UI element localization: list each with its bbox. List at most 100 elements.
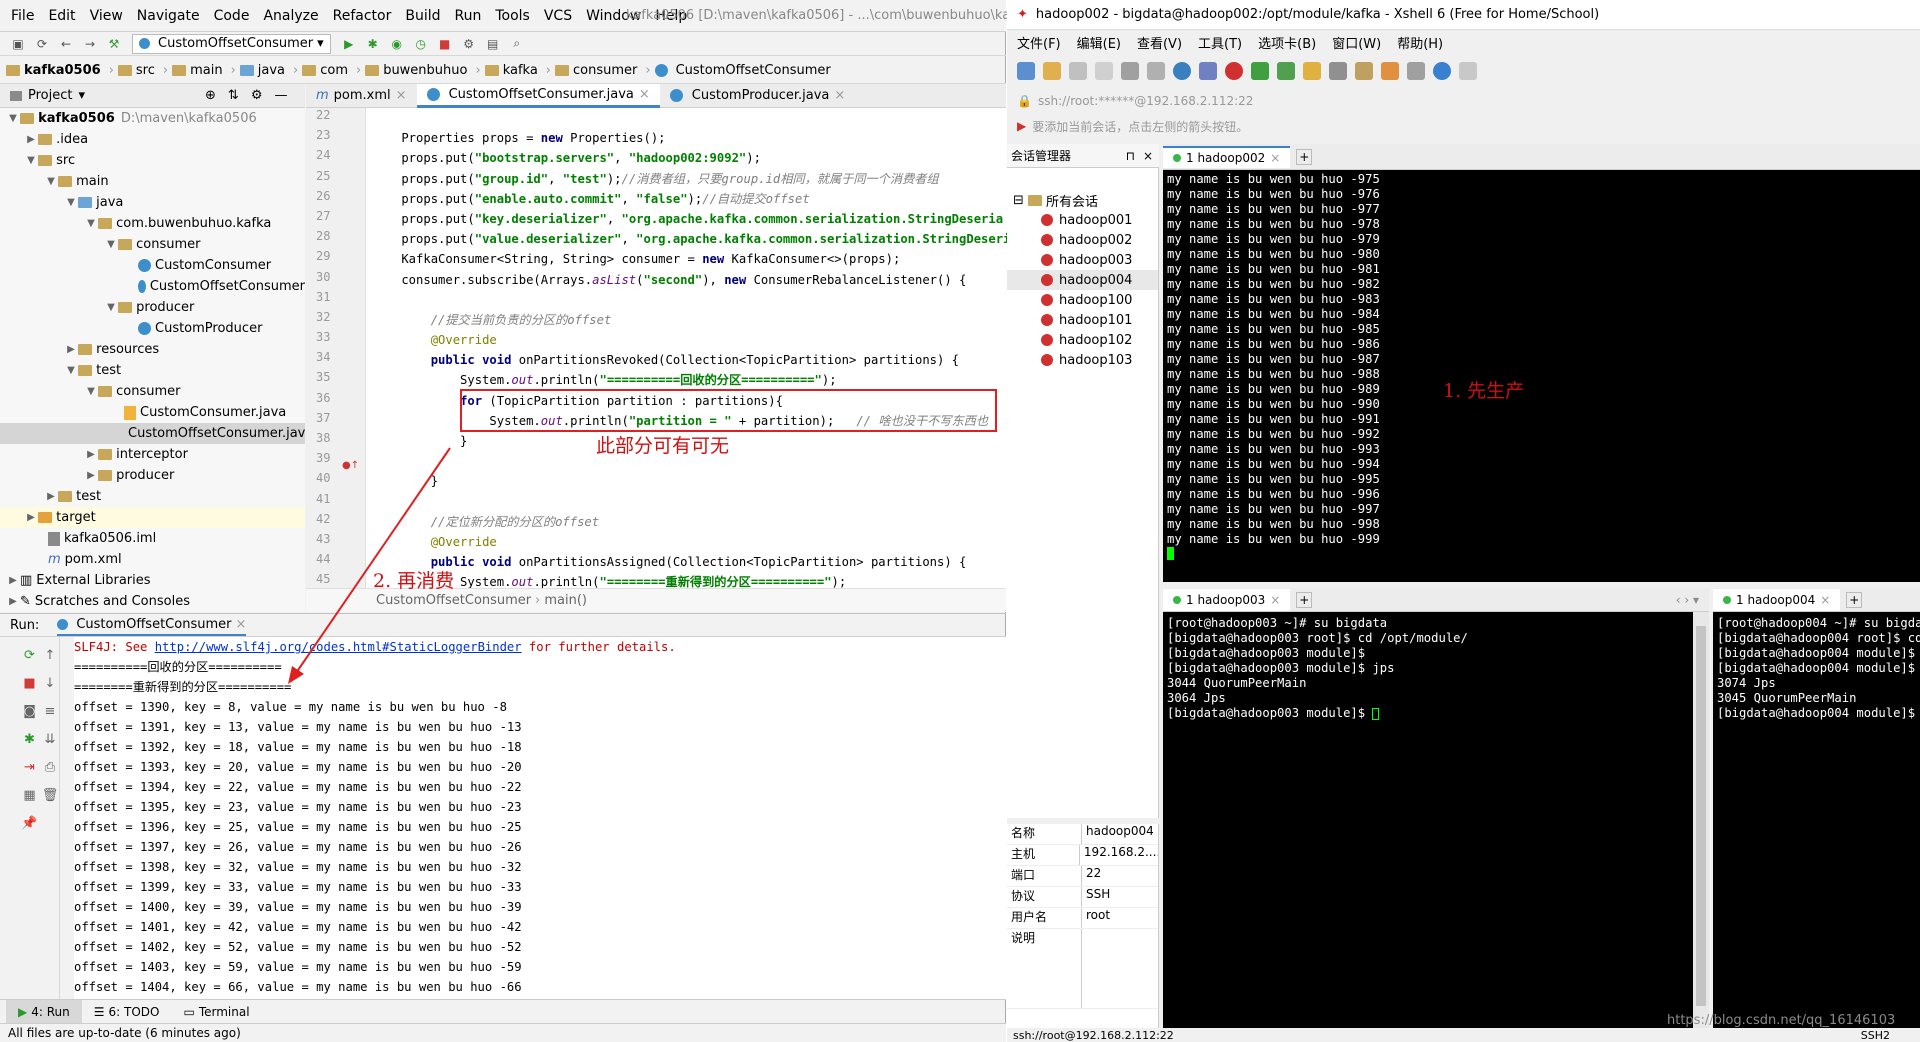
keyboard-icon[interactable]: [1329, 62, 1347, 80]
menu-build[interactable]: Build: [398, 8, 447, 24]
terminal-hadoop004[interactable]: [root@hadoop004 ~]# su bigdata [bigdata@…: [1713, 612, 1920, 1028]
crumb-kafka[interactable]: kafka: [484, 63, 538, 78]
tree-item-customoffsetconsumer[interactable]: CustomOffsetConsumer: [0, 276, 305, 297]
tree-item-test2[interactable]: ▶ test: [0, 486, 305, 507]
crumb-buwenbuhuo[interactable]: buwenbuhuo: [365, 63, 467, 78]
session-item[interactable]: hadoop100: [1007, 290, 1158, 310]
menu-view[interactable]: 查看(V): [1137, 33, 1182, 52]
wrap-icon[interactable]: ≡: [40, 701, 60, 721]
menu-edit[interactable]: Edit: [41, 8, 82, 24]
tool-tab-todo[interactable]: ☰ 6: TODO: [82, 1000, 172, 1024]
stop-icon[interactable]: ■: [437, 36, 453, 52]
tab-pom[interactable]: m pom.xml ×: [306, 84, 417, 108]
crumb-project[interactable]: kafka0506: [6, 63, 101, 78]
transfer-icon[interactable]: [1381, 62, 1399, 80]
disconnect-icon[interactable]: [1069, 62, 1087, 80]
code-crumb-method[interactable]: main(): [544, 593, 587, 608]
scroll-end-icon[interactable]: ⇊: [40, 729, 60, 749]
save-icon[interactable]: ▣: [10, 36, 26, 52]
close-icon[interactable]: ×: [235, 617, 246, 632]
structure-icon[interactable]: ▤: [485, 36, 501, 52]
tree-item-idea[interactable]: ▶ .idea: [0, 129, 305, 150]
crumb-src[interactable]: src: [117, 63, 155, 78]
print-icon[interactable]: [1147, 62, 1165, 80]
run-icon[interactable]: ▶: [341, 36, 357, 52]
menu-tools[interactable]: Tools: [488, 8, 537, 24]
build-icon[interactable]: ⚒: [106, 36, 122, 52]
menu-file[interactable]: 文件(F): [1017, 33, 1061, 52]
tool-tab-terminal[interactable]: ▭ Terminal: [171, 1000, 261, 1024]
menu-run[interactable]: Run: [448, 8, 489, 24]
tab-hadoop003[interactable]: 1 hadoop003 ×: [1163, 588, 1291, 611]
tree-item-customproducer[interactable]: CustomProducer: [0, 318, 305, 339]
code-area[interactable]: Properties props = new Properties(); pro…: [372, 108, 1012, 588]
tab-hadoop004[interactable]: 1 hadoop004 ×: [1713, 588, 1841, 611]
menu-window[interactable]: 窗口(W): [1332, 33, 1381, 52]
tree-item-package[interactable]: ▼ com.buwenbuhuo.kafka: [0, 213, 305, 234]
close-icon[interactable]: ×: [1270, 593, 1280, 607]
print-icon[interactable]: ⎙: [40, 757, 60, 777]
camera-icon[interactable]: ◙: [20, 701, 40, 721]
menu-code[interactable]: Code: [207, 8, 257, 24]
menu-tabs[interactable]: 选项卡(B): [1258, 33, 1316, 52]
fullscreen-icon[interactable]: [1277, 62, 1295, 80]
settings-icon[interactable]: ⚙: [461, 36, 477, 52]
menu-help[interactable]: 帮助(H): [1397, 33, 1443, 52]
session-item[interactable]: hadoop004: [1007, 270, 1158, 290]
tree-item-scratches[interactable]: ▶ ✎ Scratches and Consoles: [0, 591, 305, 612]
rerun-icon[interactable]: ⟳: [20, 645, 40, 665]
terminal-hadoop003[interactable]: [root@hadoop003 ~]# su bigdata [bigdata@…: [1163, 612, 1693, 1028]
tree-item-test-consumer[interactable]: ▼ consumer: [0, 381, 305, 402]
menu-edit[interactable]: 编辑(E): [1077, 33, 1121, 52]
crumb-main[interactable]: main: [172, 63, 223, 78]
tree-item-main[interactable]: ▼ main: [0, 171, 305, 192]
tree-item-project[interactable]: ▼ kafka0506 D:\maven\kafka0506: [0, 108, 305, 129]
tree-item-src[interactable]: ▼ src: [0, 150, 305, 171]
address-bar[interactable]: 🔒 ssh://root:******@192.168.2.112:22: [1017, 90, 1917, 112]
close-icon[interactable]: ×: [1143, 149, 1153, 163]
layout-icon[interactable]: [1407, 62, 1425, 80]
copy-icon[interactable]: [1095, 62, 1113, 80]
menu-refactor[interactable]: Refactor: [326, 8, 399, 24]
menu-view[interactable]: View: [83, 8, 130, 24]
add-tab-icon[interactable]: +: [1846, 591, 1863, 608]
locate-icon[interactable]: ⊕: [205, 88, 216, 103]
tree-item-pom[interactable]: m pom.xml: [0, 549, 305, 570]
run-config-select[interactable]: CustomOffsetConsumer ▾: [132, 33, 331, 54]
help-icon[interactable]: [1433, 62, 1451, 80]
tree-item-external-libraries[interactable]: ▶ ▥ External Libraries: [0, 570, 305, 591]
menu-tools[interactable]: 工具(T): [1198, 33, 1242, 52]
session-item[interactable]: hadoop003: [1007, 250, 1158, 270]
open-folder-icon[interactable]: [1043, 62, 1061, 80]
menu-analyze[interactable]: Analyze: [256, 8, 325, 24]
add-tab-icon[interactable]: +: [1296, 591, 1313, 608]
tree-item-target[interactable]: ▶ target: [0, 507, 305, 528]
debug-icon[interactable]: ✱: [365, 36, 381, 52]
tree-item-customconsumer[interactable]: CustomConsumer: [0, 255, 305, 276]
tree-item-customconsumer-java[interactable]: CustomConsumer.java: [0, 402, 305, 423]
back-icon[interactable]: ←: [58, 36, 74, 52]
crumb-java[interactable]: java: [239, 63, 285, 78]
session-item[interactable]: hadoop001: [1007, 210, 1158, 230]
tree-item-interceptor[interactable]: ▶ interceptor: [0, 444, 305, 465]
chat-icon[interactable]: [1459, 62, 1477, 80]
search-icon[interactable]: ⌕: [509, 36, 525, 52]
tree-item-resources[interactable]: ▶ resources: [0, 339, 305, 360]
globe-icon[interactable]: [1173, 62, 1191, 80]
tree-item-test[interactable]: ▼ test: [0, 360, 305, 381]
xftp-green-icon[interactable]: [1251, 62, 1269, 80]
add-tab-icon[interactable]: +: [1296, 148, 1313, 165]
menu-vcs[interactable]: VCS: [537, 8, 579, 24]
project-label[interactable]: Project: [28, 88, 72, 103]
hide-icon[interactable]: —: [274, 88, 287, 103]
tab-nav-icon[interactable]: ‹ › ▾: [1676, 593, 1699, 607]
search-icon[interactable]: [1121, 62, 1139, 80]
xftp-icon[interactable]: [1225, 62, 1243, 80]
close-icon[interactable]: ×: [1820, 593, 1830, 607]
forward-icon[interactable]: →: [82, 36, 98, 52]
pin-icon[interactable]: 📌: [20, 813, 40, 833]
console-output[interactable]: SLF4J: See http://www.slf4j.org/codes.ht…: [74, 637, 1006, 999]
profile-icon[interactable]: ◷: [413, 36, 429, 52]
crumb-com[interactable]: com: [302, 63, 348, 78]
down-icon[interactable]: ↓: [40, 673, 60, 693]
